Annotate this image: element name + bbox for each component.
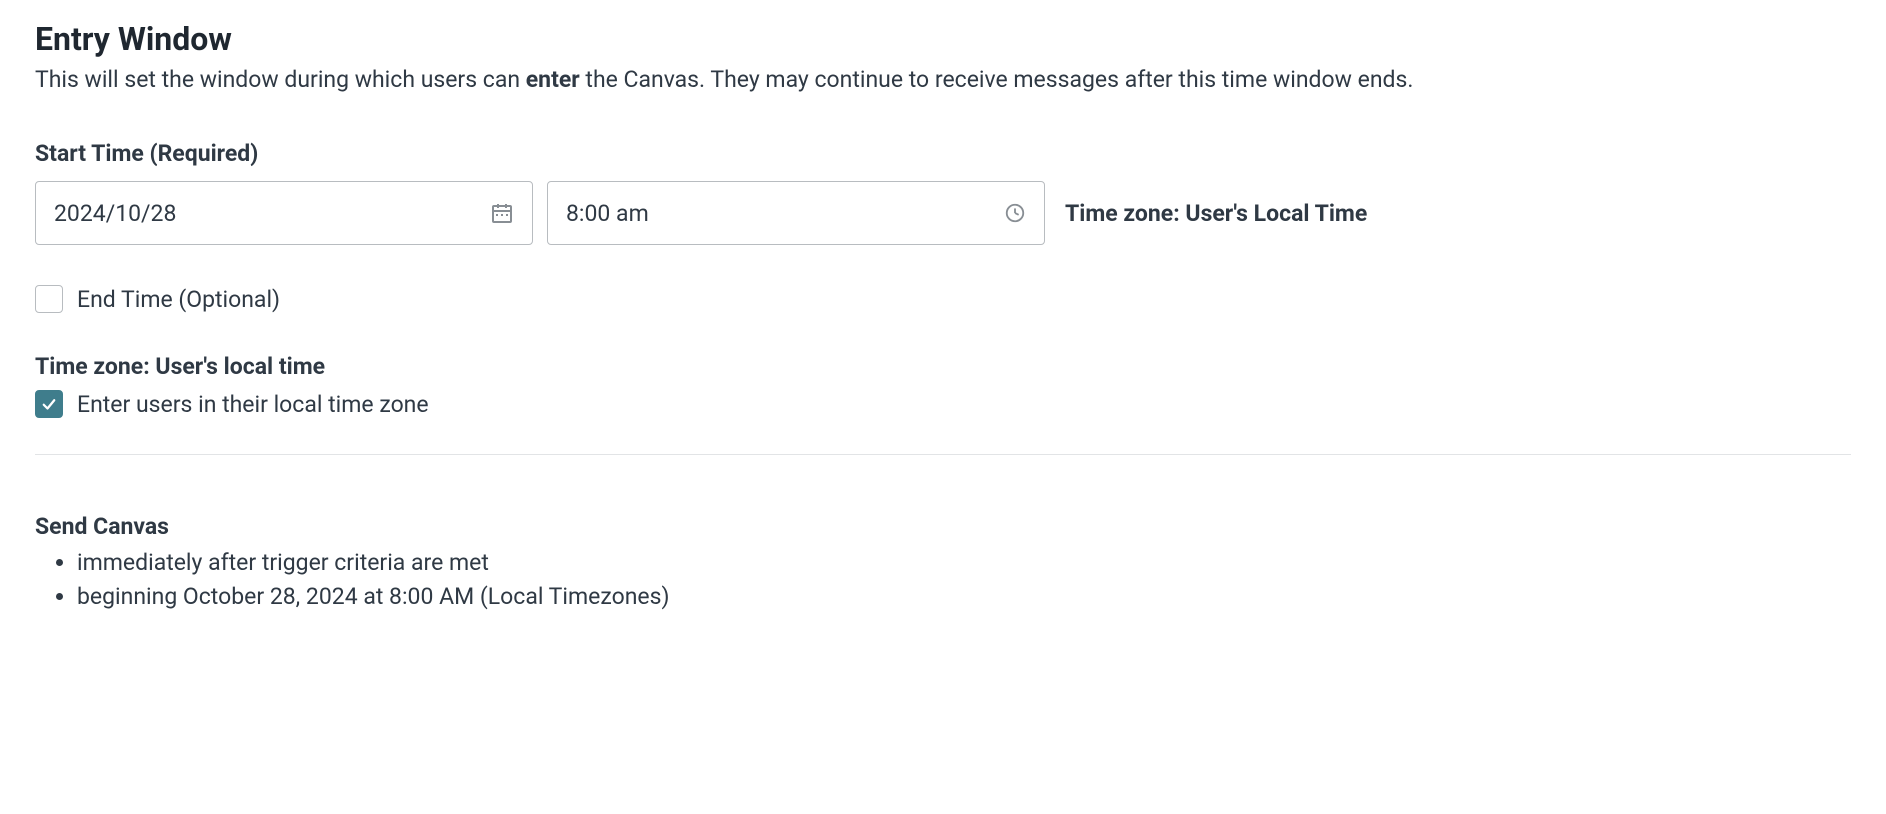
end-time-checkbox[interactable] bbox=[35, 285, 63, 313]
entry-window-description: This will set the window during which us… bbox=[35, 64, 1851, 96]
send-canvas-title: Send Canvas bbox=[35, 513, 1851, 540]
start-time-label: Start Time (Required) bbox=[35, 140, 1851, 167]
timezone-checkbox[interactable] bbox=[35, 390, 63, 418]
clock-icon bbox=[1004, 202, 1026, 224]
start-time-row: 2024/10/28 8:00 am Time zone: User's Loc… bbox=[35, 181, 1851, 245]
end-time-checkbox-row: End Time (Optional) bbox=[35, 285, 1851, 313]
timezone-checkbox-row: Enter users in their local time zone bbox=[35, 390, 1851, 418]
timezone-section-label: Time zone: User's local time bbox=[35, 353, 1851, 380]
send-canvas-item: immediately after trigger criteria are m… bbox=[77, 546, 1851, 579]
send-canvas-item: beginning October 28, 2024 at 8:00 AM (L… bbox=[77, 580, 1851, 613]
start-date-value: 2024/10/28 bbox=[54, 200, 490, 227]
timezone-checkbox-label: Enter users in their local time zone bbox=[77, 391, 429, 418]
calendar-icon bbox=[490, 201, 514, 225]
start-date-input[interactable]: 2024/10/28 bbox=[35, 181, 533, 245]
end-time-checkbox-label: End Time (Optional) bbox=[77, 286, 280, 313]
entry-window-title: Entry Window bbox=[35, 20, 1851, 58]
send-canvas-list: immediately after trigger criteria are m… bbox=[35, 546, 1851, 613]
section-divider bbox=[35, 454, 1851, 455]
entry-window-desc-suffix: the Canvas. They may continue to receive… bbox=[580, 66, 1414, 93]
start-time-input[interactable]: 8:00 am bbox=[547, 181, 1045, 245]
start-time-value: 8:00 am bbox=[566, 200, 1004, 227]
entry-window-desc-bold: enter bbox=[526, 66, 580, 93]
start-time-timezone-label: Time zone: User's Local Time bbox=[1065, 200, 1367, 227]
entry-window-desc-prefix: This will set the window during which us… bbox=[35, 66, 526, 93]
